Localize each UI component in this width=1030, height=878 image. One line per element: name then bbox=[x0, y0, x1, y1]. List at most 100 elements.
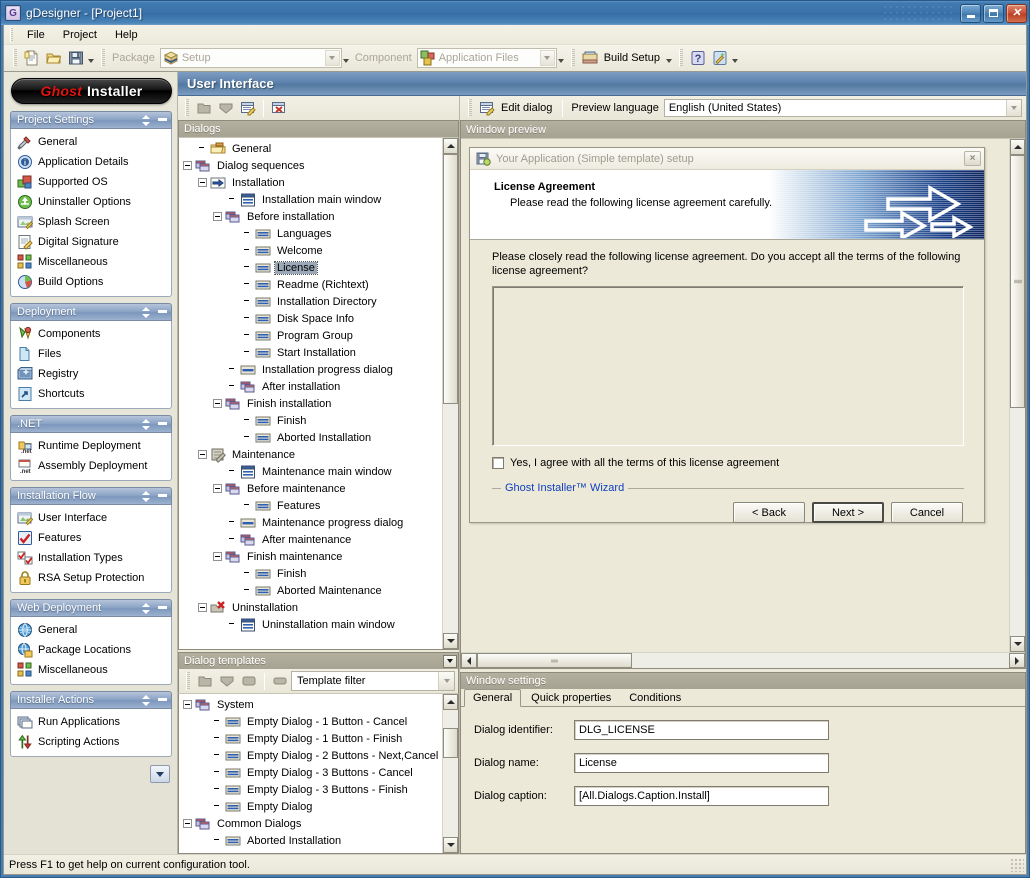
dialogs-toolbar-grip[interactable] bbox=[185, 99, 189, 117]
add-template-icon[interactable] bbox=[194, 670, 216, 692]
preview-scroll-thumb[interactable] bbox=[1010, 155, 1025, 408]
save-dropdown-arrow[interactable] bbox=[88, 59, 94, 63]
tree-node[interactable]: Empty Dialog - 1 Button - Finish bbox=[179, 730, 442, 747]
back-button[interactable]: < Back bbox=[733, 502, 805, 523]
tree-node[interactable]: License bbox=[179, 259, 442, 276]
tree-expander-collapse-icon[interactable] bbox=[183, 700, 192, 709]
tree-node[interactable]: Installation main window bbox=[179, 191, 442, 208]
preview-toolbar-grip[interactable] bbox=[468, 99, 472, 117]
license-text-area[interactable] bbox=[492, 286, 964, 446]
tree-expander-collapse-icon[interactable] bbox=[183, 161, 192, 170]
menu-help[interactable]: Help bbox=[106, 27, 147, 43]
sidebar-item-miscellaneous[interactable]: Miscellaneous bbox=[13, 660, 169, 680]
edit-dialog-label[interactable]: Edit dialog bbox=[501, 102, 552, 114]
tree-node[interactable]: Empty Dialog - 3 Buttons - Finish bbox=[179, 781, 442, 798]
sidebar-scroll-down-button[interactable] bbox=[150, 765, 170, 783]
sidebar-group-reorder-icon[interactable] bbox=[142, 491, 151, 502]
save-diskette-icon[interactable] bbox=[65, 47, 87, 69]
tree-node[interactable]: Finish maintenance bbox=[179, 548, 442, 565]
dialogs-scroll-track[interactable] bbox=[443, 154, 458, 633]
wizard-dropdown-arrow[interactable] bbox=[732, 59, 738, 63]
templates-tree[interactable]: SystemEmpty Dialog - 1 Button - CancelEm… bbox=[179, 694, 442, 853]
tree-node[interactable]: Before installation bbox=[179, 208, 442, 225]
license-agree-checkbox-row[interactable]: Yes, I agree with all the terms of this … bbox=[492, 457, 964, 469]
tree-node[interactable]: Readme (Richtext) bbox=[179, 276, 442, 293]
component-extra-arrow[interactable] bbox=[558, 59, 564, 63]
sidebar-item-splash-screen[interactable]: Splash Screen bbox=[13, 212, 169, 232]
sidebar-group-header[interactable]: Deployment bbox=[10, 303, 172, 321]
sidebar-group-collapse-icon[interactable] bbox=[158, 310, 167, 313]
preview-horizontal-scrollbar[interactable] bbox=[461, 652, 1025, 668]
sidebar-group-reorder-icon[interactable] bbox=[142, 307, 151, 318]
template-filter-combo[interactable]: Template filter bbox=[291, 671, 455, 691]
templates-scroll-track[interactable] bbox=[443, 710, 458, 837]
component-combo-dropdown[interactable] bbox=[540, 50, 555, 66]
dialog-caption-input[interactable]: [All.Dialogs.Caption.Install] bbox=[574, 786, 829, 806]
tree-node[interactable]: Installation Directory bbox=[179, 293, 442, 310]
tree-node[interactable]: Installation bbox=[179, 174, 442, 191]
dialogs-tree-scrollbar[interactable] bbox=[442, 138, 458, 649]
sidebar-item-features[interactable]: Features bbox=[13, 528, 169, 548]
wizard-wand-icon[interactable] bbox=[709, 47, 731, 69]
sidebar-item-package-locations[interactable]: Package Locations bbox=[13, 640, 169, 660]
close-button[interactable]: ✕ bbox=[1006, 4, 1027, 23]
tree-expander-collapse-icon[interactable] bbox=[213, 484, 222, 493]
tree-node[interactable]: Common Dialogs bbox=[179, 815, 442, 832]
sidebar-item-user-interface[interactable]: User Interface bbox=[13, 508, 169, 528]
add-dialog-icon[interactable] bbox=[193, 97, 215, 119]
tree-node[interactable]: General bbox=[179, 140, 442, 157]
build-setup-icon[interactable] bbox=[579, 47, 601, 69]
help-question-icon[interactable]: ? bbox=[687, 47, 709, 69]
preview-scroll-left-button[interactable] bbox=[461, 653, 477, 668]
tree-expander-collapse-icon[interactable] bbox=[213, 212, 222, 221]
menubar-grip[interactable] bbox=[10, 28, 13, 42]
tab-conditions[interactable]: Conditions bbox=[621, 689, 689, 706]
tree-node[interactable]: Finish bbox=[179, 412, 442, 429]
sidebar-item-rsa-setup-protection[interactable]: RSA Setup Protection bbox=[13, 568, 169, 588]
tree-node[interactable]: Empty Dialog - 1 Button - Cancel bbox=[179, 713, 442, 730]
sidebar-group-collapse-icon[interactable] bbox=[158, 118, 167, 121]
status-bar-resize-grip[interactable] bbox=[1010, 858, 1024, 872]
tree-node[interactable]: Aborted Installation bbox=[179, 429, 442, 446]
sidebar-group-reorder-icon[interactable] bbox=[142, 115, 151, 126]
dialogs-scroll-up-button[interactable] bbox=[443, 138, 458, 154]
dialogs-scroll-thumb[interactable] bbox=[443, 154, 458, 404]
tree-node[interactable]: Disk Space Info bbox=[179, 310, 442, 327]
build-setup-label[interactable]: Build Setup bbox=[604, 52, 660, 64]
tree-node[interactable]: System bbox=[179, 696, 442, 713]
tree-node[interactable]: Aborted Installation bbox=[179, 832, 442, 849]
toolbar-grip-4[interactable] bbox=[679, 49, 683, 67]
tree-node[interactable]: Aborted Maintenance bbox=[179, 582, 442, 599]
open-folder-icon[interactable] bbox=[43, 47, 65, 69]
preview-scroll-up-button[interactable] bbox=[1010, 139, 1025, 155]
menu-file[interactable]: File bbox=[18, 27, 54, 43]
edit-dialog-icon[interactable] bbox=[476, 97, 498, 119]
toolbar-grip-2[interactable] bbox=[101, 49, 105, 67]
tab-quick-properties[interactable]: Quick properties bbox=[523, 689, 619, 706]
sidebar-item-shortcuts[interactable]: Shortcuts bbox=[13, 384, 169, 404]
package-extra-arrow[interactable] bbox=[343, 59, 349, 63]
dialogs-scroll-down-button[interactable] bbox=[443, 633, 458, 649]
tree-expander-collapse-icon[interactable] bbox=[183, 819, 192, 828]
package-combo[interactable]: Setup bbox=[160, 48, 342, 68]
sidebar-group-header[interactable]: Installation Flow bbox=[10, 487, 172, 505]
preview-hscroll-track[interactable] bbox=[477, 653, 1009, 668]
preview-scroll-right-button[interactable] bbox=[1009, 653, 1025, 668]
sidebar-item-components[interactable]: Components bbox=[13, 324, 169, 344]
edit-template-icon[interactable] bbox=[238, 670, 260, 692]
sidebar-item-build-options[interactable]: Build Options bbox=[13, 272, 169, 292]
sidebar-item-digital-signature[interactable]: Digital Signature bbox=[13, 232, 169, 252]
package-combo-dropdown[interactable] bbox=[325, 50, 340, 66]
sidebar-item-scripting-actions[interactable]: Scripting Actions bbox=[13, 732, 169, 752]
sidebar-group-collapse-icon[interactable] bbox=[158, 698, 167, 701]
tree-node[interactable]: Installation progress dialog bbox=[179, 361, 442, 378]
tree-node[interactable]: Uninstallation bbox=[179, 599, 442, 616]
sidebar-item-uninstaller-options[interactable]: Uninstaller Options bbox=[13, 192, 169, 212]
sidebar-item-registry[interactable]: Registry bbox=[13, 364, 169, 384]
tree-node[interactable]: Maintenance bbox=[179, 446, 442, 463]
sidebar-item-run-applications[interactable]: Run Applications bbox=[13, 712, 169, 732]
license-agree-checkbox[interactable] bbox=[492, 457, 504, 469]
tree-expander-collapse-icon[interactable] bbox=[213, 399, 222, 408]
preview-scroll-track[interactable] bbox=[1010, 155, 1025, 636]
templates-scroll-up-button[interactable] bbox=[443, 694, 458, 710]
